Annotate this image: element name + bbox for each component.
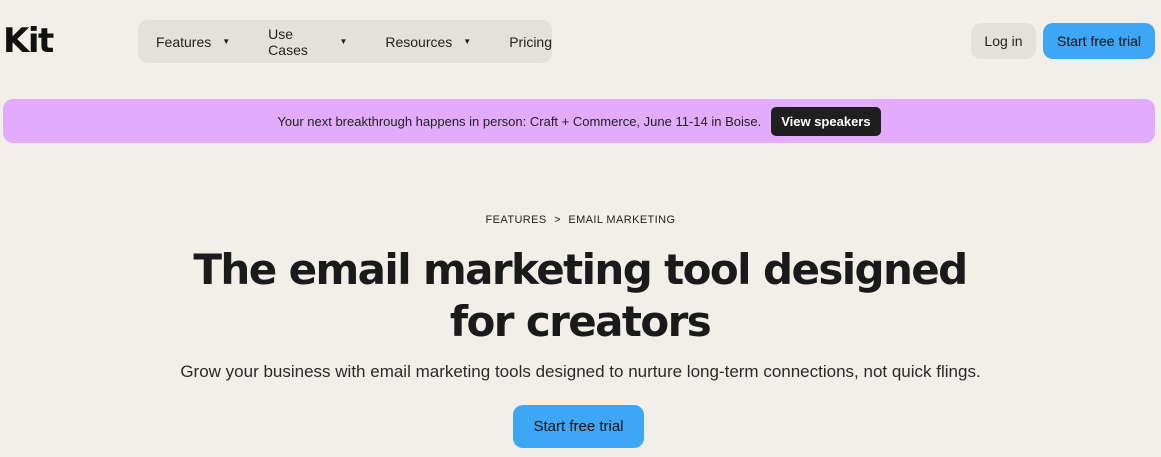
page-title: The email marketing tool designed for cr… xyxy=(193,245,968,346)
login-button[interactable]: Log in xyxy=(971,23,1036,59)
nav-resources-label: Resources xyxy=(385,33,453,50)
breadcrumb: FEATURES > EMAIL MARKETING xyxy=(0,214,1161,226)
breadcrumb-item-email-marketing[interactable]: EMAIL MARKETING xyxy=(568,214,675,226)
announcement-banner: Your next breakthrough happens in person… xyxy=(3,99,1155,143)
breadcrumb-separator: > xyxy=(554,214,561,226)
main-nav: Features ▼ Use Cases ▼ Resources ▼ Prici… xyxy=(138,20,552,63)
nav-features-label: Features xyxy=(156,33,212,50)
caret-down-icon: ▼ xyxy=(222,37,231,46)
view-speakers-button[interactable]: View speakers xyxy=(771,106,881,136)
kit-logo[interactable]: Kit xyxy=(3,24,54,58)
nav-features[interactable]: Features ▼ xyxy=(156,34,230,50)
caret-down-icon: ▼ xyxy=(463,37,472,46)
caret-down-icon: ▼ xyxy=(339,37,348,46)
breadcrumb-item-features[interactable]: FEATURES xyxy=(486,214,547,226)
nav-pricing[interactable]: Pricing xyxy=(509,34,552,50)
nav-resources[interactable]: Resources ▼ xyxy=(385,34,471,50)
start-trial-hero-button[interactable]: Start free trial xyxy=(513,405,644,448)
nav-pricing-label: Pricing xyxy=(509,33,552,50)
hero-subtitle: Grow your business with email marketing … xyxy=(180,362,981,381)
nav-use-cases[interactable]: Use Cases ▼ xyxy=(268,26,347,58)
banner-text: Your next breakthrough happens in person… xyxy=(277,113,762,129)
start-trial-header-button[interactable]: Start free trial xyxy=(1043,23,1155,59)
nav-use-cases-label: Use Cases xyxy=(268,25,308,58)
